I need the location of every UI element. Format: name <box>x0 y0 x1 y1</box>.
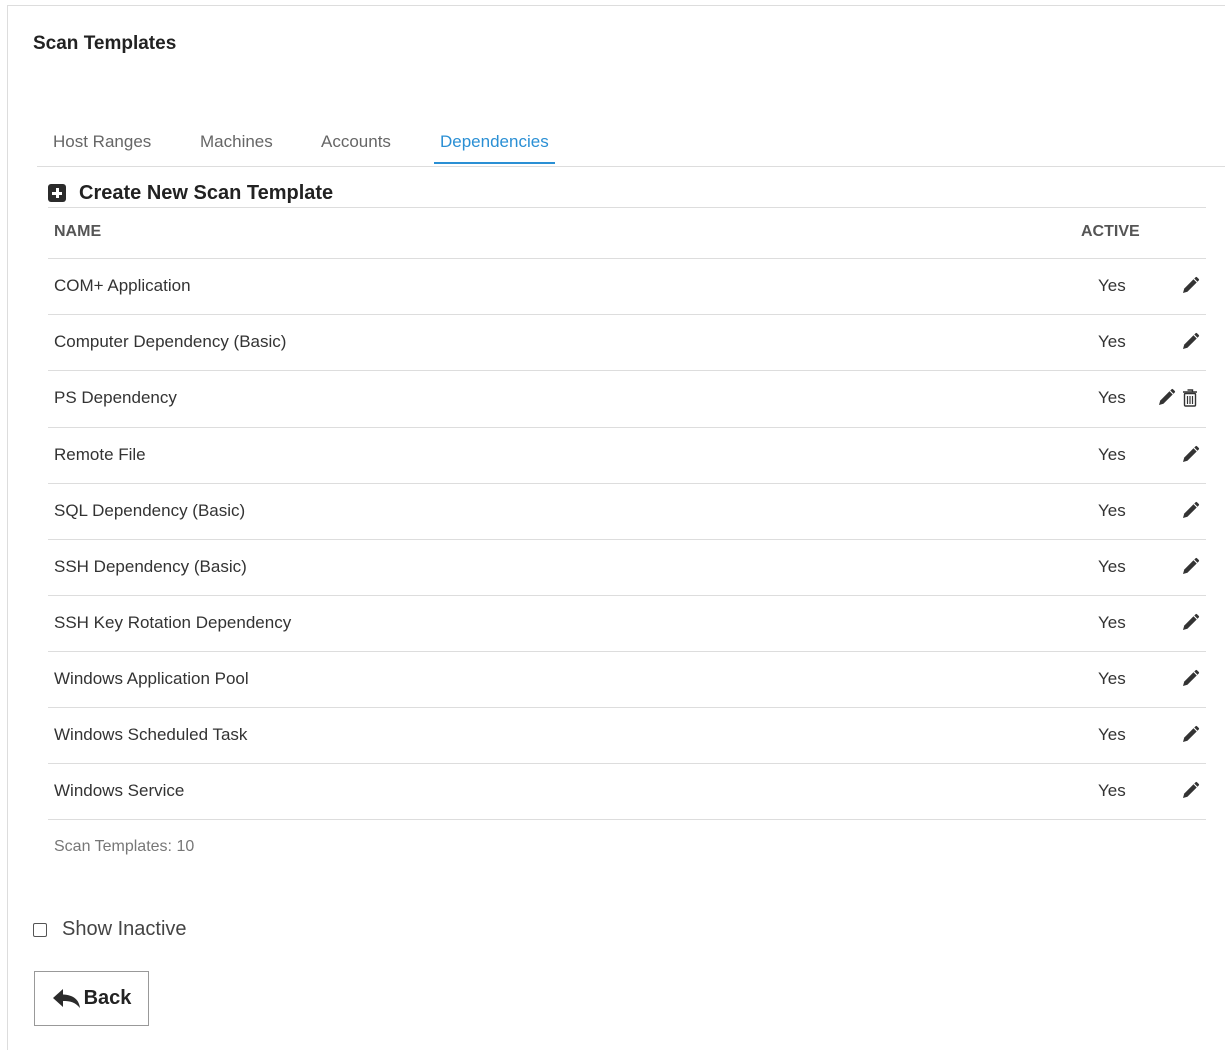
delete-trash-icon[interactable] <box>1180 387 1200 409</box>
edit-pencil-icon[interactable] <box>1180 500 1200 522</box>
row-active-status: Yes <box>1098 725 1126 744</box>
table-row: PS Dependency Yes <box>48 371 1206 428</box>
table-row: SSH Key Rotation Dependency Yes <box>48 596 1206 652</box>
table-body: COM+ Application Yes Computer Dependency (… <box>48 259 1206 820</box>
row-name: Windows Scheduled Task <box>54 725 248 744</box>
row-actions <box>1180 500 1200 522</box>
tab-dependencies[interactable]: Dependencies <box>434 132 555 164</box>
row-active-status: Yes <box>1098 388 1126 407</box>
plus-square-icon <box>48 184 66 202</box>
row-name: SQL Dependency (Basic) <box>54 501 246 520</box>
row-actions <box>1180 331 1200 353</box>
row-actions <box>1180 668 1200 690</box>
scan-templates-count: Scan Templates: 10 <box>54 838 195 855</box>
page-title: Scan Templates <box>33 33 177 54</box>
edit-pencil-icon[interactable] <box>1180 612 1200 634</box>
row-name: Windows Service <box>54 781 185 800</box>
row-active-status: Yes <box>1098 613 1126 632</box>
table-row: Computer Dependency (Basic) Yes <box>48 315 1206 371</box>
row-actions <box>1180 275 1200 297</box>
edit-pencil-icon[interactable] <box>1180 668 1200 690</box>
row-active-status: Yes <box>1098 501 1126 520</box>
row-active-status: Yes <box>1098 669 1126 688</box>
row-name: SSH Key Rotation Dependency <box>54 613 292 632</box>
row-actions <box>1180 556 1200 578</box>
row-actions <box>1180 724 1200 746</box>
edit-pencil-icon[interactable] <box>1180 724 1200 746</box>
show-inactive-checkbox[interactable] <box>33 922 47 937</box>
row-name: Computer Dependency (Basic) <box>54 332 287 351</box>
edit-pencil-icon[interactable] <box>1180 331 1200 353</box>
column-header-active: ACTIVE <box>1081 223 1140 240</box>
scan-templates-table: NAME ACTIVE COM+ Application Yes Computer … <box>48 207 1206 820</box>
row-actions <box>1156 387 1200 409</box>
row-active-status: Yes <box>1098 332 1126 351</box>
table-row: COM+ Application Yes <box>48 259 1206 315</box>
row-name: Remote File <box>54 445 146 464</box>
row-name: SSH Dependency (Basic) <box>54 557 247 576</box>
table-header: NAME ACTIVE <box>48 208 1206 259</box>
table-row: SQL Dependency (Basic) Yes <box>48 484 1206 540</box>
column-header-name: NAME <box>54 223 102 240</box>
row-active-status: Yes <box>1098 445 1126 464</box>
tab-accounts[interactable]: Accounts <box>315 132 397 162</box>
back-button[interactable]: Back <box>34 971 149 1026</box>
reply-arrow-icon <box>52 988 80 1008</box>
row-actions <box>1180 780 1200 802</box>
table-row: Remote File Yes <box>48 428 1206 484</box>
table-row: Windows Scheduled Task Yes <box>48 708 1206 764</box>
show-inactive-toggle[interactable]: Show Inactive <box>33 918 187 941</box>
tab-bar: Host Ranges Machines Accounts Dependenci… <box>37 124 1225 167</box>
edit-pencil-icon[interactable] <box>1156 387 1176 409</box>
row-active-status: Yes <box>1098 276 1126 295</box>
create-new-scan-template-link[interactable]: Create New Scan Template <box>48 181 333 205</box>
show-inactive-label: Show Inactive <box>62 918 187 940</box>
table-row: SSH Dependency (Basic) Yes <box>48 540 1206 596</box>
row-actions <box>1180 444 1200 466</box>
row-name: PS Dependency <box>54 388 177 407</box>
back-button-label: Back <box>83 987 132 1009</box>
create-new-scan-template-label: Create New Scan Template <box>79 181 334 204</box>
tab-host-ranges[interactable]: Host Ranges <box>47 132 157 162</box>
row-name: COM+ Application <box>54 276 191 295</box>
edit-pencil-icon[interactable] <box>1180 556 1200 578</box>
edit-pencil-icon[interactable] <box>1180 780 1200 802</box>
row-name: Windows Application Pool <box>54 669 249 688</box>
edit-pencil-icon[interactable] <box>1180 444 1200 466</box>
row-active-status: Yes <box>1098 557 1126 576</box>
table-row: Windows Service Yes <box>48 764 1206 820</box>
edit-pencil-icon[interactable] <box>1180 275 1200 297</box>
row-actions <box>1180 612 1200 634</box>
tab-machines[interactable]: Machines <box>194 132 279 162</box>
row-active-status: Yes <box>1098 781 1126 800</box>
table-row: Windows Application Pool Yes <box>48 652 1206 708</box>
